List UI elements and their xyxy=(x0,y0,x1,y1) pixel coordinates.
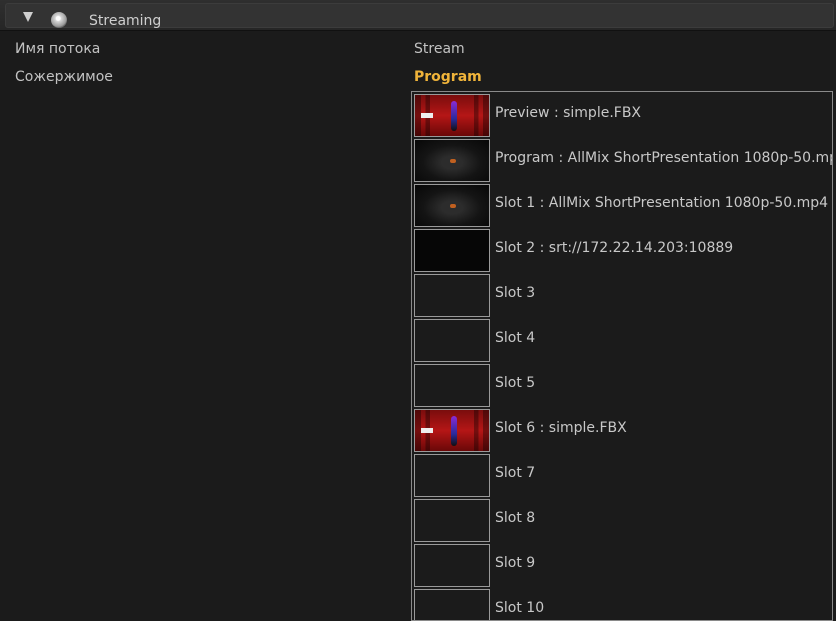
source-thumbnail xyxy=(414,544,490,587)
source-thumbnail xyxy=(414,499,490,542)
source-list-item[interactable]: Slot 4 xyxy=(414,319,830,363)
source-list-item[interactable]: Slot 6 : simple.FBX xyxy=(414,409,830,453)
content-label: Сожержимое xyxy=(15,69,113,85)
source-label: Slot 6 : simple.FBX xyxy=(495,420,627,436)
thumbnail-sign xyxy=(421,113,433,118)
content-value[interactable]: Program xyxy=(414,69,482,85)
source-label: Slot 2 : srt://172.22.14.203:10889 xyxy=(495,240,734,256)
thumbnail-highlight xyxy=(450,204,456,208)
source-label: Slot 1 : AllMix ShortPresentation 1080p-… xyxy=(495,195,829,211)
source-label: Slot 3 xyxy=(495,285,536,301)
disc-icon xyxy=(51,12,67,28)
source-label: Slot 4 xyxy=(495,330,536,346)
source-label: Slot 8 xyxy=(495,510,536,526)
collapse-triangle-icon[interactable] xyxy=(23,12,33,22)
thumbnail-figure xyxy=(451,101,457,131)
thumbnail-figure xyxy=(451,416,457,446)
source-list-item[interactable]: Slot 5 xyxy=(414,364,830,408)
source-list[interactable]: Preview : simple.FBX Program : AllMix Sho… xyxy=(411,91,833,621)
source-label: Slot 7 xyxy=(495,465,536,481)
thumbnail-highlight xyxy=(450,159,456,163)
source-thumbnail xyxy=(414,589,490,620)
source-thumbnail xyxy=(414,409,490,452)
section-header-bar[interactable]: Streaming xyxy=(5,3,834,29)
panel-header: Streaming xyxy=(0,0,836,31)
source-thumbnail xyxy=(414,94,490,137)
source-list-item[interactable]: Slot 3 xyxy=(414,274,830,318)
source-thumbnail xyxy=(414,274,490,317)
source-label: Preview : simple.FBX xyxy=(495,105,642,121)
source-thumbnail xyxy=(414,229,490,272)
source-thumbnail xyxy=(414,364,490,407)
source-list-item[interactable]: Slot 7 xyxy=(414,454,830,498)
source-list-item[interactable]: Program : AllMix ShortPresentation 1080p… xyxy=(414,139,833,183)
source-list-item[interactable]: Slot 8 xyxy=(414,499,830,543)
source-label: Slot 5 xyxy=(495,375,536,391)
source-thumbnail xyxy=(414,319,490,362)
source-list-item[interactable]: Preview : simple.FBX xyxy=(414,94,830,138)
source-label: Program : AllMix ShortPresentation 1080p… xyxy=(495,150,833,166)
section-title: Streaming xyxy=(89,13,162,29)
thumbnail-sign xyxy=(421,428,433,433)
source-label: Slot 10 xyxy=(495,600,545,616)
source-list-item[interactable]: Slot 10 xyxy=(414,589,830,620)
stream-name-label: Имя потока xyxy=(15,41,101,57)
stream-name-value[interactable]: Stream xyxy=(414,41,465,57)
source-list-item[interactable]: Slot 9 xyxy=(414,544,830,588)
source-list-item[interactable]: Slot 2 : srt://172.22.14.203:10889 xyxy=(414,229,830,273)
source-list-item[interactable]: Slot 1 : AllMix ShortPresentation 1080p-… xyxy=(414,184,830,228)
source-thumbnail xyxy=(414,454,490,497)
source-thumbnail xyxy=(414,184,490,227)
source-label: Slot 9 xyxy=(495,555,536,571)
source-thumbnail xyxy=(414,139,490,182)
